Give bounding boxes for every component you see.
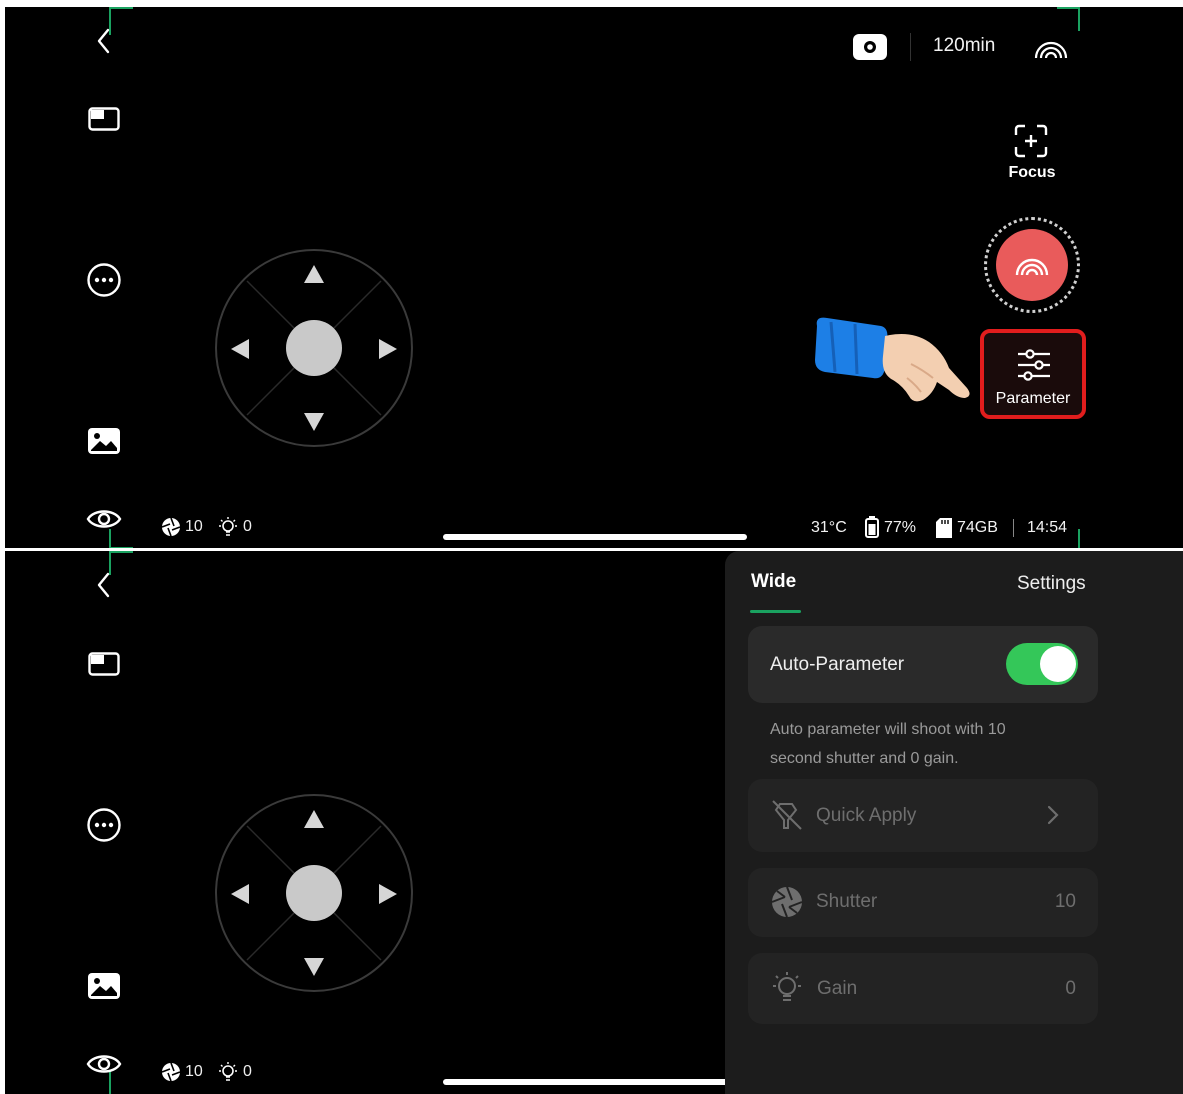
gallery-icon[interactable] <box>88 428 120 454</box>
gain-value: 0 <box>243 1063 252 1080</box>
frame-corner-line <box>109 7 133 9</box>
joystick-knob[interactable] <box>286 320 342 376</box>
home-indicator[interactable] <box>443 534 747 540</box>
tab-active-indicator <box>750 610 801 613</box>
auto-parameter-toggle[interactable] <box>1006 643 1078 685</box>
frame-corner-line <box>1057 7 1079 9</box>
status-divider <box>910 33 911 61</box>
shutter-stat: 10 <box>161 1062 203 1082</box>
arrow-right-icon[interactable] <box>379 339 397 364</box>
direction-joystick[interactable] <box>215 249 413 447</box>
more-options-icon[interactable] <box>86 807 122 843</box>
frame-corner-line <box>109 547 133 548</box>
sliders-icon <box>1017 349 1051 386</box>
shutter-setting-value: 10 <box>1054 891 1076 912</box>
back-chevron-icon[interactable] <box>93 571 115 599</box>
eye-icon[interactable] <box>86 506 122 532</box>
gain-stat: 0 <box>217 517 252 537</box>
battery-icon <box>865 516 879 543</box>
shutter-icon <box>161 1062 181 1082</box>
record-button-core[interactable] <box>996 229 1068 301</box>
gain-value: 0 <box>243 518 252 535</box>
quick-apply-disabled-icon <box>770 798 804 837</box>
auto-parameter-description: Auto parameter will shoot with 10 second… <box>770 715 1006 773</box>
storage-free: 74GB <box>957 519 998 536</box>
focus-icon[interactable] <box>1014 124 1048 163</box>
direction-joystick[interactable] <box>215 794 413 992</box>
gain-setting-value: 0 <box>1065 978 1076 999</box>
back-chevron-icon[interactable] <box>93 27 115 55</box>
tab-settings[interactable]: Settings <box>1017 573 1086 595</box>
broadcast-icon <box>1014 251 1050 282</box>
parameter-label: Parameter <box>995 390 1071 407</box>
status-divider <box>1013 519 1014 537</box>
split-view-icon[interactable] <box>88 652 120 676</box>
shutter-stat: 10 <box>161 517 203 537</box>
shutter-row[interactable]: Shutter 10 <box>748 868 1098 937</box>
shutter-value: 10 <box>185 1063 203 1080</box>
shutter-label: Shutter <box>816 891 878 912</box>
shutter-value: 10 <box>185 518 203 535</box>
tab-wide[interactable]: Wide <box>751 571 796 593</box>
parameter-panel: Wide Settings Auto-Parameter Auto parame… <box>725 551 1183 1094</box>
arrow-up-icon[interactable] <box>304 810 324 833</box>
chevron-right-icon <box>1046 804 1060 831</box>
auto-parameter-row: Auto-Parameter <box>748 626 1098 703</box>
temperature: 31°C <box>811 519 847 536</box>
arrow-down-icon[interactable] <box>304 958 324 981</box>
clock: 14:54 <box>1027 519 1068 536</box>
sd-card-icon <box>936 518 952 543</box>
gallery-icon[interactable] <box>88 973 120 999</box>
toggle-thumb <box>1040 646 1076 682</box>
frame-corner-line <box>1078 529 1080 548</box>
pointing-hand-icon <box>811 312 981 417</box>
arrow-left-icon[interactable] <box>231 339 249 364</box>
camera-screen-bottom: 10 0 Wide Settings Auto-Parameter Auto p… <box>5 551 1183 1094</box>
camera-mode-icon[interactable] <box>853 34 887 65</box>
signal-icon <box>1032 34 1070 65</box>
frame-corner-line <box>109 551 133 553</box>
gain-bulb-icon <box>219 517 237 536</box>
split-view-icon[interactable] <box>88 107 120 131</box>
gain-bulb-icon <box>219 1062 237 1081</box>
joystick-knob[interactable] <box>286 865 342 921</box>
gain-bulb-icon <box>770 971 804 1010</box>
arrow-right-icon[interactable] <box>379 884 397 909</box>
frame-corner-line <box>1078 7 1080 31</box>
gain-stat: 0 <box>217 1062 252 1082</box>
auto-parameter-label: Auto-Parameter <box>770 654 905 675</box>
parameter-button[interactable]: Parameter <box>980 329 1086 419</box>
gain-row[interactable]: Gain 0 <box>748 953 1098 1024</box>
auto-parameter-description-line: second shutter and 0 gain. <box>770 750 959 767</box>
arrow-down-icon[interactable] <box>304 413 324 436</box>
more-options-icon[interactable] <box>86 262 122 298</box>
auto-parameter-description-line: Auto parameter will shoot with 10 <box>770 721 1006 738</box>
record-button[interactable] <box>984 217 1080 313</box>
shutter-icon <box>161 517 181 537</box>
battery-level: 77% <box>884 519 917 536</box>
home-indicator[interactable] <box>443 1079 747 1085</box>
focus-label[interactable]: Focus <box>1003 164 1061 182</box>
quick-apply-label: Quick Apply <box>816 805 917 826</box>
shutter-aperture-icon <box>771 886 803 923</box>
arrow-up-icon[interactable] <box>304 265 324 288</box>
arrow-left-icon[interactable] <box>231 884 249 909</box>
eye-icon[interactable] <box>86 1051 122 1077</box>
record-time: 120min <box>933 35 996 56</box>
gain-label: Gain <box>817 978 858 999</box>
camera-screen-top: 120min Focus Parameter 10 0 31°C 77% 74G… <box>5 7 1183 548</box>
quick-apply-row[interactable]: Quick Apply <box>748 779 1098 852</box>
